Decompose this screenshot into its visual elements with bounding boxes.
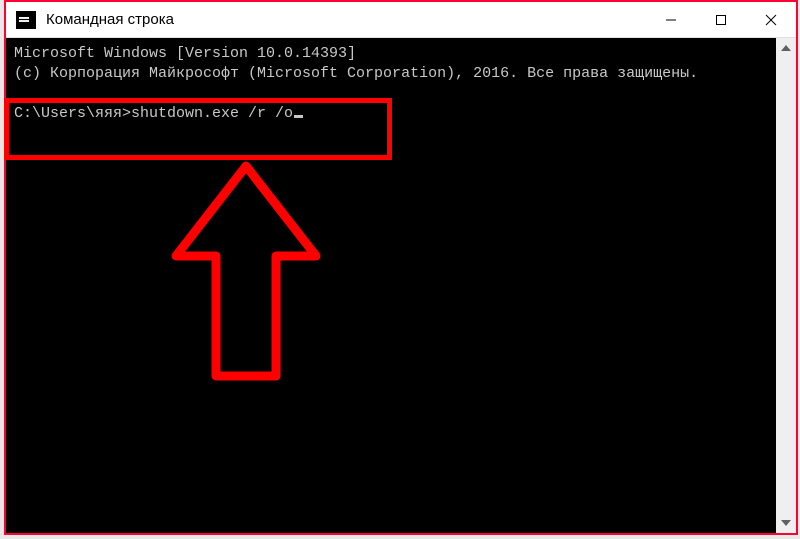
chevron-up-icon — [781, 45, 791, 51]
close-icon — [765, 14, 777, 26]
maximize-button[interactable] — [696, 2, 746, 37]
maximize-icon — [715, 14, 727, 26]
window-controls — [646, 2, 796, 37]
cmd-icon — [16, 11, 36, 29]
minimize-button[interactable] — [646, 2, 696, 37]
scrollbar-track[interactable] — [776, 58, 796, 513]
prompt-path: C:\Users\яяя> — [14, 105, 131, 122]
scroll-up-button[interactable] — [776, 38, 796, 58]
prompt-line: C:\Users\яяя>shutdown.exe /r /o — [14, 105, 303, 122]
minimize-icon — [665, 14, 677, 26]
copyright-line: (c) Корпорация Майкрософт (Microsoft Cor… — [14, 65, 698, 82]
vertical-scrollbar[interactable] — [776, 38, 796, 533]
window-title: Командная строка — [46, 11, 646, 28]
command-text: shutdown.exe /r /o — [131, 105, 293, 122]
console-output[interactable]: Microsoft Windows [Version 10.0.14393] (… — [6, 38, 776, 533]
command-prompt-window: Командная строка Microsoft Windows [Vers… — [4, 0, 798, 535]
version-line: Microsoft Windows [Version 10.0.14393] — [14, 45, 356, 62]
text-cursor — [294, 115, 303, 118]
console-area: Microsoft Windows [Version 10.0.14393] (… — [6, 38, 796, 533]
chevron-down-icon — [781, 520, 791, 526]
close-button[interactable] — [746, 2, 796, 37]
titlebar[interactable]: Командная строка — [6, 2, 796, 38]
scroll-down-button[interactable] — [776, 513, 796, 533]
